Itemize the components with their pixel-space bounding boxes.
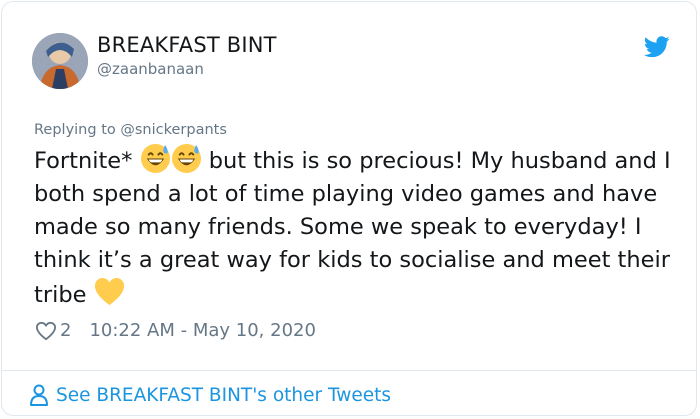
timestamp[interactable]: 10:22 AM - May 10, 2020 <box>89 320 315 341</box>
twitter-bird-icon[interactable] <box>644 36 670 58</box>
avatar[interactable] <box>32 33 88 89</box>
tweet-text: Fortnite* but this is so precious! My hu… <box>34 143 684 312</box>
grinning-sweat-emoji <box>140 143 170 174</box>
see-other-tweets-link[interactable]: See BREAKFAST BINT's other Tweets <box>29 384 391 406</box>
divider <box>2 370 696 371</box>
grinning-sweat-emoji <box>171 143 201 174</box>
like-count[interactable]: 2 <box>60 320 71 341</box>
see-other-tweets-label[interactable]: See BREAKFAST BINT's other Tweets <box>56 385 391 406</box>
replying-to[interactable]: Replying to @snickerpants <box>34 122 227 138</box>
yellow-heart-emoji <box>94 277 124 306</box>
author-name[interactable]: BREAKFAST BINT <box>97 33 277 57</box>
person-icon <box>30 384 48 406</box>
tweet-text-part1: Fortnite* <box>34 148 133 174</box>
tweet-card: BREAKFAST BINT @zaanbanaan Replying to @… <box>1 1 697 416</box>
heart-outline-icon[interactable] <box>35 321 57 341</box>
tweet-meta: 2 10:22 AM - May 10, 2020 <box>35 320 316 341</box>
author-handle[interactable]: @zaanbanaan <box>97 60 204 78</box>
